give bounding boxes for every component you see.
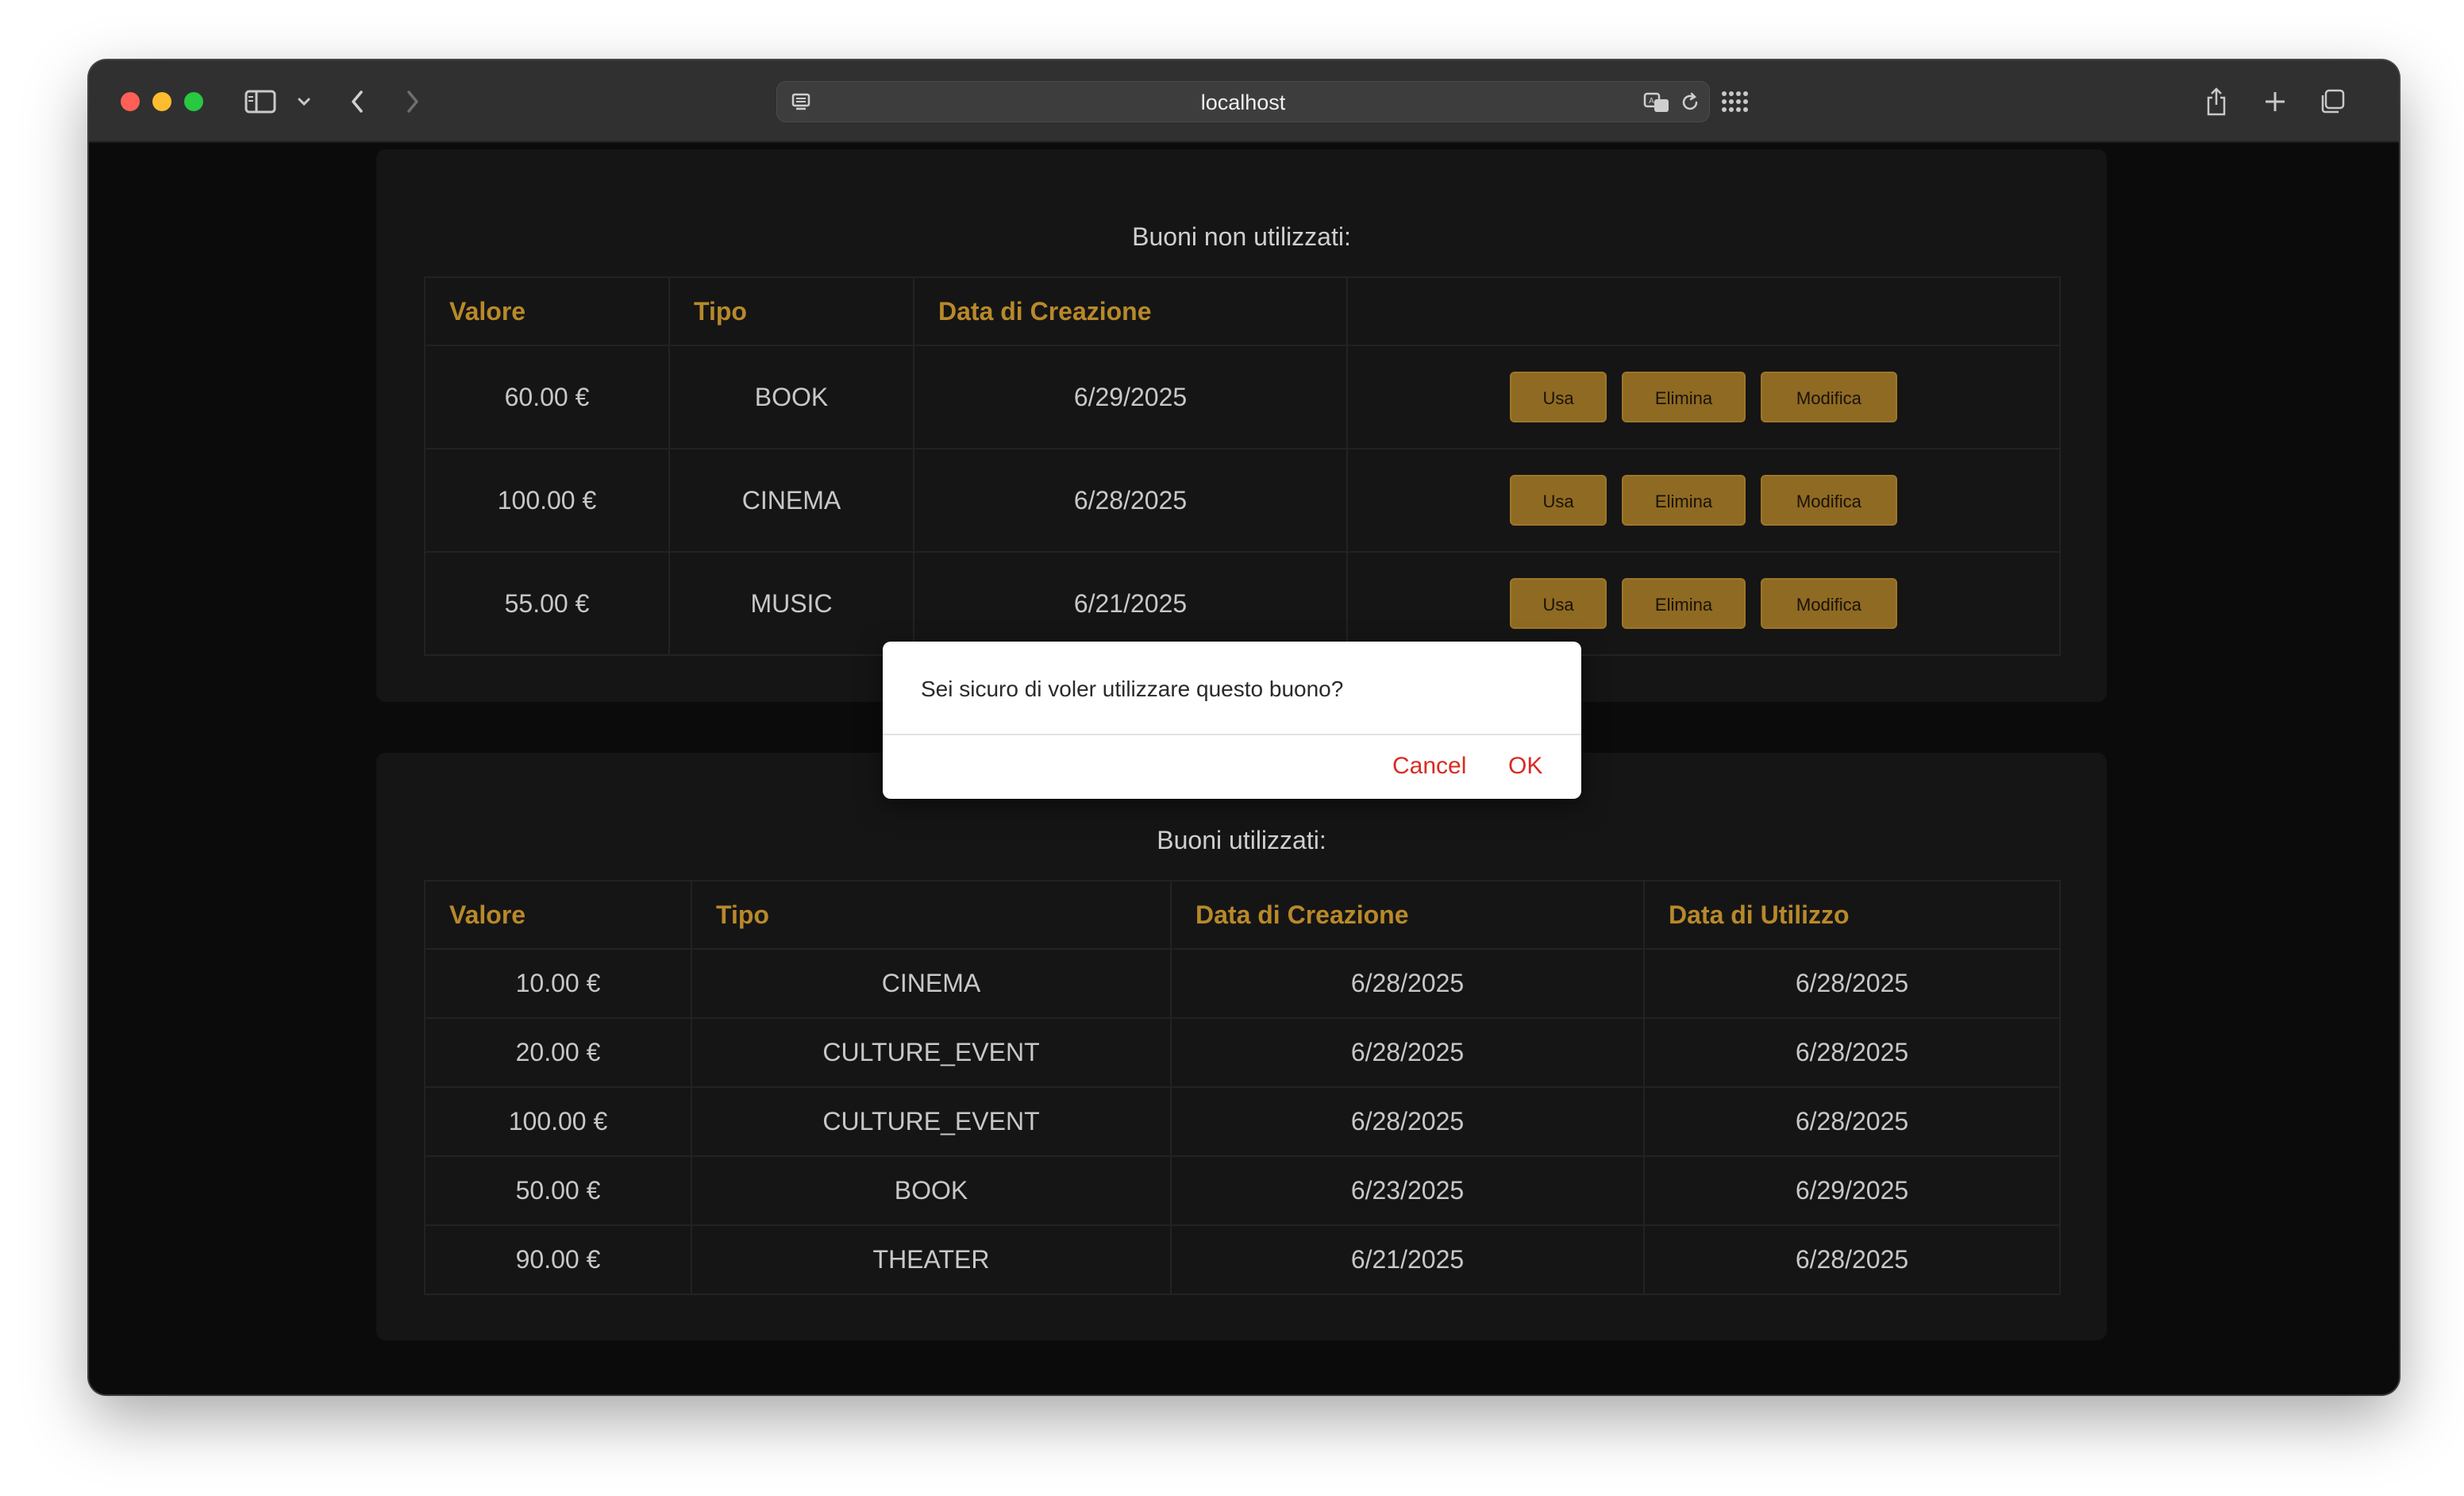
edit-button[interactable]: Modifica (1760, 475, 1897, 526)
header-valore: Valore (424, 880, 692, 950)
dialog-divider (883, 734, 1581, 735)
cancel-button[interactable]: Cancel (1392, 753, 1466, 780)
header-data-creazione: Data di Creazione (1170, 880, 1645, 950)
share-icon[interactable] (2199, 83, 2234, 121)
browser-toolbar: localhost A (89, 60, 2399, 143)
cell-data-creazione: 6/28/2025 (1170, 1086, 1645, 1157)
cell-valore: 20.00 € (424, 1017, 692, 1088)
unused-vouchers-card: Buoni non utilizzati: Valore Tipo Data d… (376, 149, 2107, 702)
table-row: 50.00 € BOOK 6/23/2025 6/29/2025 (424, 1155, 2061, 1226)
cell-valore: 100.00 € (424, 448, 670, 553)
cell-data-creazione: 6/28/2025 (1170, 948, 1645, 1019)
table-row: 10.00 € CINEMA 6/28/2025 6/28/2025 (424, 948, 2061, 1019)
cell-tipo: THEATER (691, 1224, 1172, 1295)
cell-valore: 90.00 € (424, 1224, 692, 1295)
cell-data-utilizzo: 6/28/2025 (1643, 948, 2061, 1019)
unused-vouchers-title: Buoni non utilizzati: (1132, 222, 1351, 251)
use-button[interactable]: Usa (1510, 475, 1607, 526)
cell-data-creazione: 6/23/2025 (1170, 1155, 1645, 1226)
table-row: 55.00 € MUSIC 6/21/2025 Usa Elimina Modi… (424, 551, 2061, 656)
used-vouchers-title: Buoni utilizzati: (1157, 826, 1326, 854)
cell-tipo: CULTURE_EVENT (691, 1017, 1172, 1088)
new-tab-icon[interactable] (2258, 83, 2293, 121)
cell-valore: 50.00 € (424, 1155, 692, 1226)
used-vouchers-card: Buoni utilizzati: Valore Tipo Data di Cr… (376, 753, 2107, 1340)
cell-valore: 60.00 € (424, 345, 670, 449)
cell-valore: 55.00 € (424, 551, 670, 656)
window-close-button[interactable] (121, 92, 140, 111)
table-row: 20.00 € CULTURE_EVENT 6/28/2025 6/28/202… (424, 1017, 2061, 1088)
delete-button[interactable]: Elimina (1622, 578, 1746, 629)
ok-button[interactable]: OK (1508, 753, 1542, 780)
table-row: 90.00 € THEATER 6/21/2025 6/28/2025 (424, 1224, 2061, 1295)
table-row: 100.00 € CINEMA 6/28/2025 Usa Elimina Mo… (424, 448, 2061, 553)
svg-text:A: A (1649, 97, 1654, 106)
dialog-message: Sei sicuro di voler utilizzare questo bu… (921, 677, 1344, 701)
edit-button[interactable]: Modifica (1760, 372, 1897, 422)
cell-tipo: BOOK (691, 1155, 1172, 1226)
table-row: 60.00 € BOOK 6/29/2025 Usa Elimina Modif… (424, 345, 2061, 449)
header-tipo: Tipo (668, 276, 914, 346)
cell-tipo: CINEMA (668, 448, 914, 553)
cell-actions: Usa Elimina Modifica (1346, 551, 2061, 656)
cell-data-creazione: 6/21/2025 (913, 551, 1348, 656)
table-header-row: Valore Tipo Data di Creazione Data di Ut… (424, 880, 2061, 950)
delete-button[interactable]: Elimina (1622, 372, 1746, 422)
cell-data-creazione: 6/21/2025 (1170, 1224, 1645, 1295)
translate-icon[interactable]: A (1641, 83, 1673, 121)
delete-button[interactable]: Elimina (1622, 475, 1746, 526)
reload-icon[interactable] (1674, 83, 1706, 121)
use-button[interactable]: Usa (1510, 578, 1607, 629)
cell-tipo: BOOK (668, 345, 914, 449)
header-valore: Valore (424, 276, 670, 346)
header-data-creazione: Data di Creazione (913, 276, 1348, 346)
header-actions (1346, 276, 2061, 346)
forward-icon[interactable] (397, 83, 429, 121)
chevron-down-icon[interactable] (292, 83, 316, 121)
table-header-row: Valore Tipo Data di Creazione (424, 276, 2061, 346)
used-vouchers-table: Valore Tipo Data di Creazione Data di Ut… (424, 880, 2061, 1295)
cell-tipo: MUSIC (668, 551, 914, 656)
cell-actions: Usa Elimina Modifica (1346, 448, 2061, 553)
window-maximize-button[interactable] (184, 92, 203, 111)
cell-data-utilizzo: 6/29/2025 (1643, 1155, 2061, 1226)
cell-valore: 10.00 € (424, 948, 692, 1019)
cell-actions: Usa Elimina Modifica (1346, 345, 2061, 449)
window-minimize-button[interactable] (152, 92, 171, 111)
edit-button[interactable]: Modifica (1760, 578, 1897, 629)
back-icon[interactable] (341, 83, 373, 121)
tab-overview-icon[interactable] (2315, 83, 2350, 121)
table-row: 100.00 € CULTURE_EVENT 6/28/2025 6/28/20… (424, 1086, 2061, 1157)
cell-data-utilizzo: 6/28/2025 (1643, 1224, 2061, 1295)
header-data-utilizzo: Data di Utilizzo (1643, 880, 2061, 950)
cell-data-creazione: 6/29/2025 (913, 345, 1348, 449)
use-button[interactable]: Usa (1510, 372, 1607, 422)
cell-data-creazione: 6/28/2025 (913, 448, 1348, 553)
cell-valore: 100.00 € (424, 1086, 692, 1157)
cell-data-utilizzo: 6/28/2025 (1643, 1086, 2061, 1157)
apps-grid-icon[interactable] (1715, 83, 1754, 121)
address-bar[interactable]: localhost A (776, 81, 1710, 122)
confirm-dialog: Sei sicuro di voler utilizzare questo bu… (883, 642, 1581, 799)
header-tipo: Tipo (691, 880, 1172, 950)
cell-data-utilizzo: 6/28/2025 (1643, 1017, 2061, 1088)
sidebar-toggle-icon[interactable] (241, 83, 279, 121)
cell-tipo: CULTURE_EVENT (691, 1086, 1172, 1157)
unused-vouchers-table: Valore Tipo Data di Creazione 60.00 € BO… (424, 276, 2061, 656)
cell-tipo: CINEMA (691, 948, 1172, 1019)
url-text: localhost (1200, 91, 1286, 114)
cell-data-creazione: 6/28/2025 (1170, 1017, 1645, 1088)
